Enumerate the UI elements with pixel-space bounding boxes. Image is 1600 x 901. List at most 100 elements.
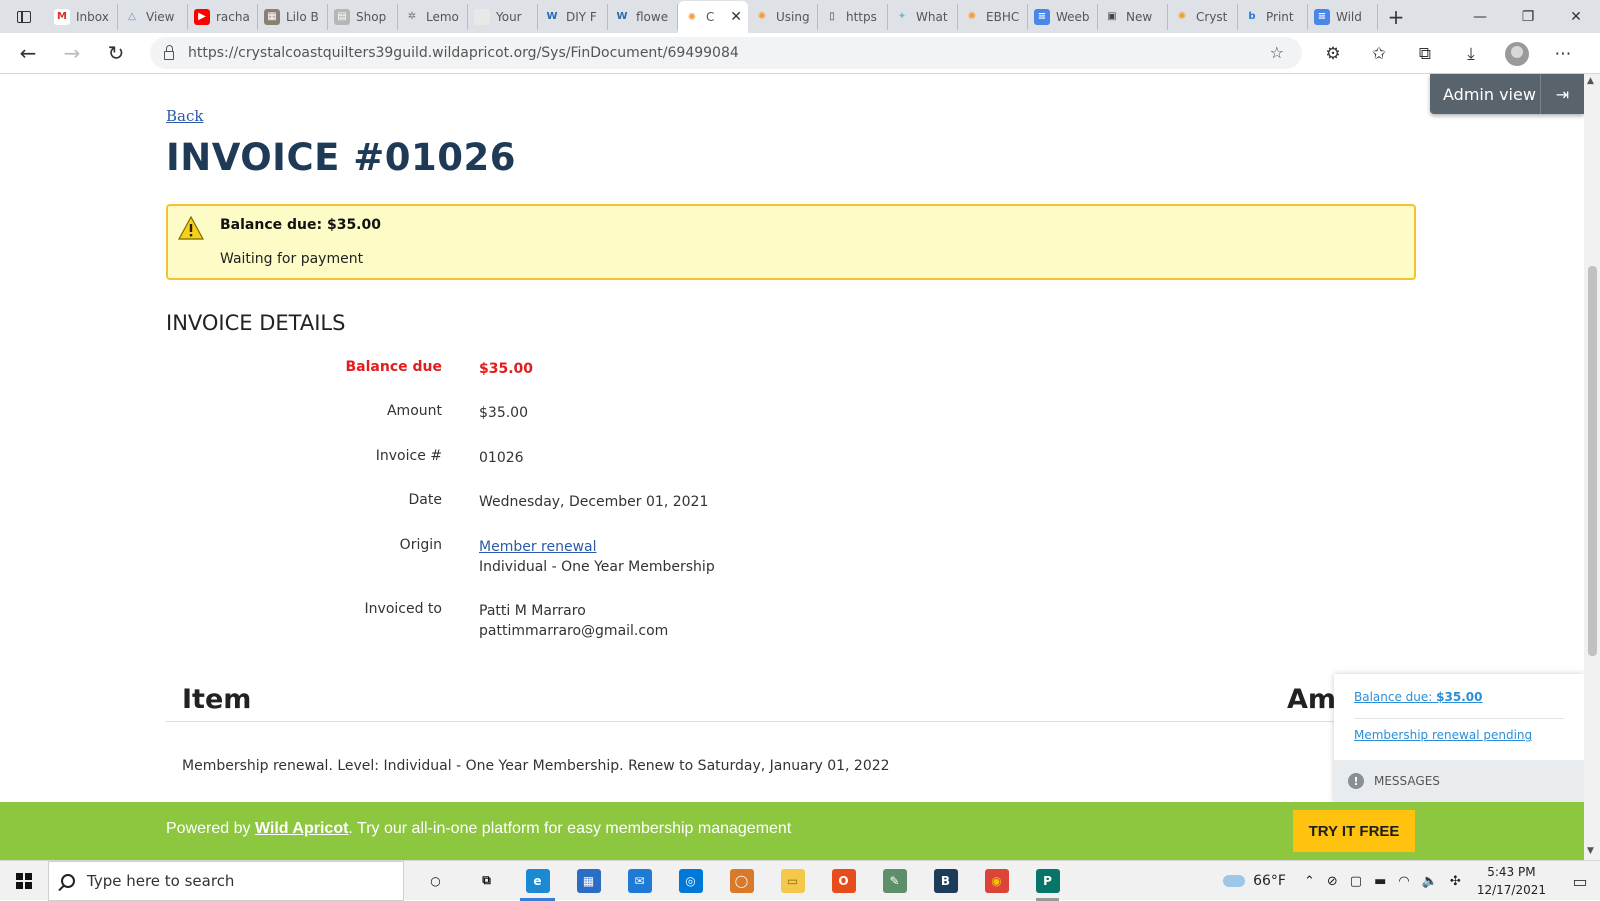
- tab-favicon-icon: ✲: [404, 8, 420, 25]
- browser-tab[interactable]: Wflowe: [608, 3, 678, 30]
- browser-toolbar: ← → ↻ https://crystalcoastquilters39guil…: [0, 33, 1600, 74]
- balance-due-message-link[interactable]: Balance due: $35.00: [1354, 690, 1482, 704]
- meet-now-icon[interactable]: ▢: [1350, 874, 1362, 889]
- messages-toggle[interactable]: ! MESSAGES: [1334, 760, 1584, 802]
- start-button[interactable]: [0, 861, 48, 901]
- invoiced-to-label: Invoiced to: [364, 601, 442, 617]
- taskbar-app-publisher[interactable]: P: [1022, 861, 1073, 901]
- tab-favicon-icon: ✦: [894, 8, 910, 25]
- browser-tab[interactable]: ≡ Wild: [1308, 3, 1378, 30]
- address-bar[interactable]: https://crystalcoastquilters39guild.wild…: [150, 37, 1302, 69]
- network-status-icon[interactable]: ⊘: [1327, 874, 1338, 889]
- wifi-icon[interactable]: ◠: [1398, 874, 1409, 889]
- taskbar-app-task-view[interactable]: ⧉: [461, 861, 512, 901]
- taskbar-app-chrome[interactable]: ◉: [971, 861, 1022, 901]
- scroll-thumb[interactable]: [1588, 266, 1597, 656]
- browser-tab[interactable]: ▦ Lilo B: [258, 3, 328, 30]
- taskbar-app-edge[interactable]: e: [512, 861, 563, 901]
- tab-title: What: [916, 9, 948, 24]
- weather-widget[interactable]: 66°F: [1223, 869, 1286, 889]
- browser-tab[interactable]: ✺ Using: [748, 3, 818, 30]
- browser-tab[interactable]: ✲ Lemo: [398, 3, 468, 30]
- browser-tab[interactable]: W DIY F: [538, 3, 608, 30]
- taskbar-search[interactable]: Type here to search: [48, 860, 404, 901]
- browser-tab[interactable]: ✦ What: [888, 3, 958, 30]
- origin-detail: Individual - One Year Membership: [479, 559, 715, 575]
- items-table-header: Item Am: [166, 674, 1336, 722]
- browser-tab[interactable]: ≡ Weeb: [1028, 3, 1098, 30]
- taskbar-app-office[interactable]: O: [818, 861, 869, 901]
- clock[interactable]: 5:43 PM 12/17/2021: [1477, 863, 1546, 899]
- powered-by-text: Powered by Wild Apricot. Try our all-in-…: [166, 820, 791, 838]
- collections-icon[interactable]: ⧉: [1402, 33, 1448, 74]
- search-placeholder: Type here to search: [87, 871, 235, 890]
- taskbar-app-b-app[interactable]: B: [920, 861, 971, 901]
- invoiced-email: pattimmarraro@gmail.com: [479, 623, 669, 639]
- notification-app-icon[interactable]: ✣: [1450, 874, 1461, 889]
- scroll-up-icon[interactable]: ▲: [1587, 76, 1594, 86]
- wild-apricot-link[interactable]: Wild Apricot: [255, 820, 348, 837]
- browser-tab[interactable]: ▯ https: [818, 3, 888, 30]
- profile-button[interactable]: [1494, 33, 1540, 74]
- taskbar-app-app-orange[interactable]: ◯: [716, 861, 767, 901]
- downloads-icon[interactable]: ⤓: [1448, 33, 1494, 74]
- minimize-button[interactable]: —: [1456, 0, 1504, 33]
- more-menu-icon[interactable]: ⋯: [1540, 33, 1586, 74]
- taskbar-app-app-blue[interactable]: ◎: [665, 861, 716, 901]
- tab-title: racha: [216, 9, 250, 24]
- scroll-down-icon[interactable]: ▼: [1587, 846, 1594, 856]
- extensions-icon[interactable]: ⚙: [1310, 33, 1356, 74]
- try-it-free-button[interactable]: TRY IT FREE: [1293, 810, 1415, 852]
- tab-favicon-icon: ▦: [264, 8, 280, 25]
- browser-tab[interactable]: Your: [468, 3, 538, 30]
- browser-tab[interactable]: ✺ C ✕: [678, 1, 748, 33]
- browser-tab[interactable]: △ View: [118, 3, 188, 30]
- url-text[interactable]: https://crystalcoastquilters39guild.wild…: [188, 45, 739, 61]
- browser-tab[interactable]: ✺ EBHC: [958, 3, 1028, 30]
- renewal-pending-link[interactable]: Membership renewal pending: [1354, 728, 1532, 742]
- taskbar-app-store[interactable]: ▦: [563, 861, 614, 901]
- task-view-icon: ⧉: [474, 868, 499, 893]
- browser-tab[interactable]: ▣ New: [1098, 3, 1168, 30]
- close-tab-icon[interactable]: ✕: [730, 9, 742, 25]
- taskbar-app-file-explorer[interactable]: ▭: [767, 861, 818, 901]
- taskbar-app-cortana[interactable]: ○: [410, 861, 461, 901]
- forward-nav-button[interactable]: →: [50, 33, 94, 74]
- alert-balance-text: Balance due: $35.00: [220, 217, 381, 233]
- new-tab-button[interactable]: +: [1378, 5, 1414, 29]
- cortana-icon: ○: [423, 868, 448, 893]
- battery-icon[interactable]: ▬: [1374, 874, 1386, 889]
- invoiced-to-value: Patti M Marraro pattimmarraro@gmail.com: [479, 601, 668, 641]
- back-link[interactable]: Back: [166, 107, 203, 125]
- invoice-number-label: Invoice #: [375, 448, 442, 464]
- member-renewal-link[interactable]: Member renewal: [479, 539, 597, 555]
- favorites-icon[interactable]: ✩: [1356, 33, 1402, 74]
- app-green-icon: ✎: [882, 868, 907, 893]
- tab-actions-button[interactable]: [0, 0, 48, 33]
- clock-time: 5:43 PM: [1487, 865, 1536, 879]
- restore-button[interactable]: ❐: [1504, 0, 1552, 33]
- exit-admin-icon[interactable]: ⇥: [1540, 74, 1584, 114]
- weather-icon: [1223, 869, 1246, 887]
- show-hidden-icons-icon[interactable]: ⌃: [1304, 874, 1315, 889]
- close-window-button[interactable]: ✕: [1552, 0, 1600, 33]
- taskbar-app-mail[interactable]: ✉: [614, 861, 665, 901]
- tab-favicon-icon: ▤: [334, 8, 350, 25]
- browser-tab[interactable]: ▤ Shop: [328, 3, 398, 30]
- browser-tab[interactable]: b Print: [1238, 3, 1308, 30]
- tab-favicon-icon: ✺: [754, 8, 770, 25]
- browser-tab[interactable]: M Inbox: [48, 3, 118, 30]
- add-favorite-icon[interactable]: ☆: [1270, 43, 1284, 62]
- browser-tab[interactable]: ✺ Cryst: [1168, 3, 1238, 30]
- volume-icon[interactable]: 🔈: [1422, 874, 1438, 889]
- refresh-button[interactable]: ↻: [94, 33, 138, 74]
- back-nav-button[interactable]: ←: [6, 33, 50, 74]
- system-tray: 66°F ⌃ ⊘ ▢ ▬ ◠ 🔈 ✣ 5:43 PM 12/17/2021 ▭: [1223, 861, 1600, 901]
- admin-view-button[interactable]: Admin view ⇥: [1430, 74, 1584, 114]
- tab-actions-icon: [17, 10, 31, 23]
- browser-tab[interactable]: ▶ racha: [188, 3, 258, 30]
- page-scrollbar[interactable]: ▲ ▼: [1584, 74, 1600, 860]
- taskbar-app-app-green[interactable]: ✎: [869, 861, 920, 901]
- weather-temp: 66°F: [1253, 873, 1286, 889]
- action-center-icon[interactable]: ▭: [1560, 861, 1600, 901]
